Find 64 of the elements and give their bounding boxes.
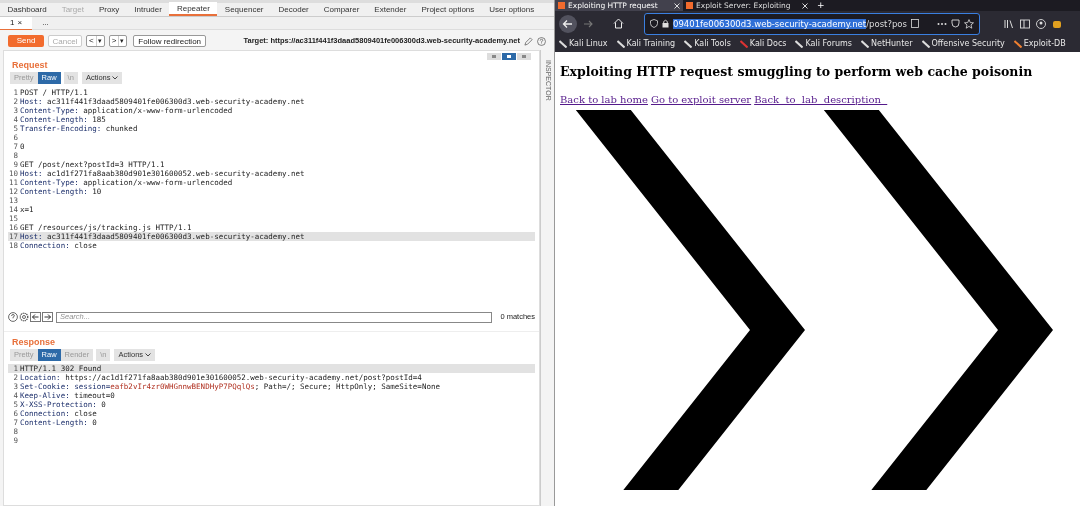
bookmark-item[interactable]: NetHunter xyxy=(861,38,913,50)
bookmark-icon xyxy=(616,40,625,48)
page-heading: Exploiting HTTP request smuggling to perform web cache poisonin xyxy=(560,64,1033,80)
lock-icon xyxy=(662,19,669,28)
follow-redirection-button[interactable]: Follow redirection xyxy=(133,35,207,47)
bookmark-icon xyxy=(1013,40,1022,48)
page-link[interactable]: Back to lab description xyxy=(754,93,888,106)
main-tab[interactable]: Project options xyxy=(413,2,482,16)
more-icon[interactable] xyxy=(937,21,947,26)
main-tab[interactable]: Sequencer xyxy=(217,2,272,16)
arrow-left-icon[interactable] xyxy=(30,312,41,322)
bookmark-icon xyxy=(861,40,869,48)
layout-icon[interactable] xyxy=(502,53,516,60)
arrow-right-icon[interactable] xyxy=(42,312,53,322)
main-tab[interactable]: Intruder xyxy=(126,2,170,16)
bookmark-icon xyxy=(921,40,930,48)
close-icon[interactable] xyxy=(802,2,808,9)
forward-icon[interactable] xyxy=(583,18,593,29)
page-link[interactable]: Back to lab home xyxy=(560,93,648,106)
new-tab-button[interactable]: + xyxy=(811,0,831,13)
request-tab[interactable]: ... xyxy=(32,16,59,30)
settings-icon[interactable] xyxy=(19,312,29,322)
help-icon[interactable] xyxy=(8,312,18,322)
request-title: Request xyxy=(11,60,49,71)
bookmark-icon xyxy=(795,40,804,48)
bookmark-item[interactable]: Offensive Security xyxy=(921,38,1005,50)
chevron-down-icon xyxy=(112,76,119,80)
help-icon[interactable] xyxy=(537,36,546,46)
bookmark-item[interactable]: Kali Docs xyxy=(739,38,787,50)
pencil-icon[interactable] xyxy=(524,36,533,46)
pocket-icon[interactable] xyxy=(951,19,960,28)
bookmark-icon xyxy=(739,40,748,48)
layout-icon[interactable] xyxy=(487,53,501,60)
home-icon[interactable] xyxy=(613,18,624,29)
layout-icon[interactable] xyxy=(517,53,531,60)
sidebar-icon[interactable] xyxy=(1020,18,1030,29)
bookmark-item[interactable]: Kali Forums xyxy=(795,38,852,50)
main-tab[interactable]: Dashboard xyxy=(0,2,55,16)
main-tab[interactable]: User options xyxy=(481,2,542,16)
bookmark-icon xyxy=(559,40,567,48)
star-icon[interactable] xyxy=(964,18,974,29)
main-tab[interactable]: Proxy xyxy=(91,2,127,16)
bookmark-item[interactable]: Kali Training xyxy=(616,38,676,50)
main-tab[interactable]: Decoder xyxy=(271,2,317,16)
response-title: Response xyxy=(11,336,56,348)
library-icon[interactable] xyxy=(1004,18,1014,29)
bookmark-item[interactable]: Kali Linux xyxy=(559,38,608,50)
bookmark-item[interactable]: Kali Tools xyxy=(684,38,731,50)
favicon-icon xyxy=(686,2,693,9)
back-icon[interactable] xyxy=(559,14,577,33)
close-icon[interactable] xyxy=(674,2,680,9)
main-tab[interactable]: Repeater xyxy=(169,2,218,16)
chevron-down-icon xyxy=(145,353,152,357)
extension-icon[interactable] xyxy=(1052,18,1062,29)
main-tab[interactable]: Extender xyxy=(366,2,414,16)
bookmark-item[interactable]: Exploit-DB xyxy=(1013,38,1066,50)
reader-icon[interactable] xyxy=(910,19,919,28)
account-icon[interactable] xyxy=(1036,18,1046,29)
main-tab[interactable]: Comparer xyxy=(316,2,367,16)
bookmark-icon xyxy=(684,40,693,48)
shield-icon xyxy=(650,19,658,28)
favicon-icon xyxy=(558,2,565,9)
close-icon[interactable]: × xyxy=(17,16,23,29)
page-link[interactable]: Go to exploit server xyxy=(650,93,752,106)
